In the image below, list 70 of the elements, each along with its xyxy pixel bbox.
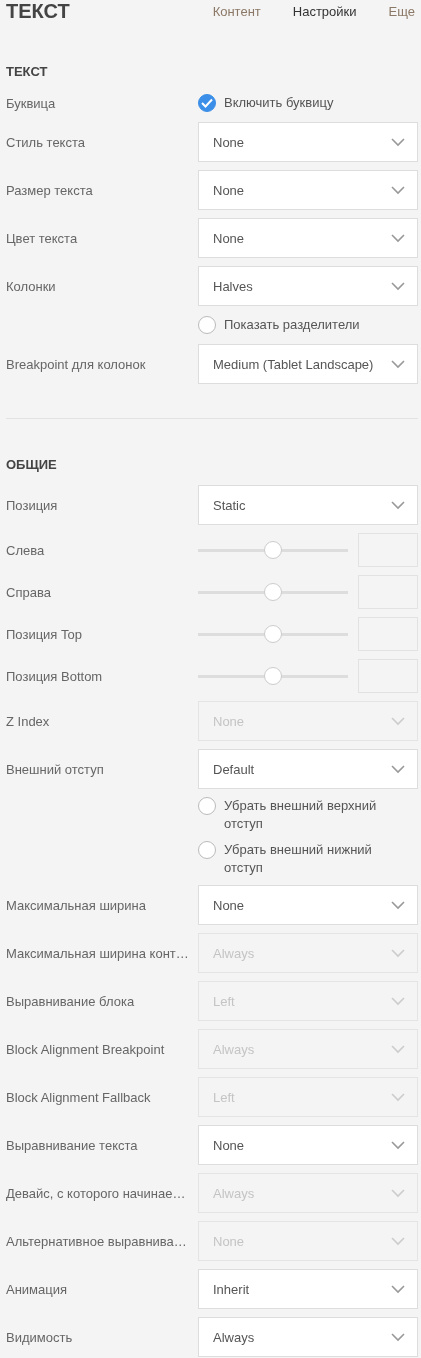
field-label: Колонки	[6, 278, 56, 294]
slider-handle[interactable]	[264, 541, 282, 559]
chevron-down-icon	[391, 764, 405, 774]
chevron-down-icon	[391, 900, 405, 910]
field-label: Справа	[6, 584, 51, 600]
chevron-down-icon	[391, 716, 405, 726]
chevron-down-icon	[391, 1140, 405, 1150]
dropdown[interactable]: None	[198, 1125, 418, 1165]
dropdown[interactable]: Default	[198, 749, 418, 789]
field-label: Внешний отступ	[6, 761, 104, 777]
chevron-down-icon	[391, 137, 405, 147]
field-label: Цвет текста	[6, 230, 78, 246]
field-label: Слева	[6, 542, 45, 558]
slider-handle[interactable]	[264, 667, 282, 685]
field-label: Стиль текста	[6, 134, 85, 150]
dropdown[interactable]: None	[198, 170, 418, 210]
dropdown[interactable]: Always	[198, 1317, 418, 1357]
dropdown[interactable]: None	[198, 122, 418, 162]
dropdown[interactable]: None	[198, 218, 418, 258]
field-label: Девайс, с которого начинае…	[6, 1185, 186, 1201]
checkbox-label: Убрать внешний нижний отступ	[224, 841, 373, 877]
field-label: Breakpoint для колонок	[6, 356, 146, 372]
slider-handle[interactable]	[264, 583, 282, 601]
tab[interactable]: Контент	[212, 3, 261, 19]
chevron-down-icon	[391, 359, 405, 369]
tab[interactable]: Настройки	[292, 3, 357, 19]
section-heading: ТЕКСТ	[6, 64, 49, 79]
tab[interactable]: Еще	[388, 3, 415, 19]
chevron-down-icon	[391, 185, 405, 195]
slider-handle[interactable]	[264, 625, 282, 643]
dropdown[interactable]: Medium (Tablet Landscape)	[198, 344, 418, 384]
panel-title: ТЕКСТ	[6, 0, 70, 23]
chevron-down-icon	[391, 948, 405, 958]
checkbox-label: Включить буквицу	[224, 94, 334, 112]
field-label: Выравнивание текста	[6, 1137, 138, 1153]
chevron-down-icon	[391, 1188, 405, 1198]
checkbox[interactable]	[198, 316, 216, 334]
chevron-down-icon	[391, 1092, 405, 1102]
field-label: Block Alignment Fallback	[6, 1089, 151, 1105]
checkbox[interactable]	[198, 841, 216, 859]
chevron-down-icon	[391, 1284, 405, 1294]
chevron-down-icon	[391, 281, 405, 291]
field-label: Позиция Top	[6, 626, 82, 642]
field-label: Позиция	[6, 497, 58, 513]
field-label: Размер текста	[6, 182, 93, 198]
chevron-down-icon	[391, 996, 405, 1006]
checkbox[interactable]	[198, 797, 216, 815]
field-label: Видимость	[6, 1329, 73, 1345]
chevron-down-icon	[391, 1044, 405, 1054]
field-label: Позиция Bottom	[6, 668, 103, 684]
field-label: Максимальная ширина	[6, 897, 146, 913]
checkbox[interactable]	[198, 94, 216, 112]
field-label: Выравнивание блока	[6, 993, 135, 1009]
dropdown[interactable]: Inherit	[198, 1269, 418, 1309]
chevron-down-icon	[391, 1332, 405, 1342]
field-label: Z Index	[6, 713, 50, 729]
dropdown[interactable]: Static	[198, 485, 418, 525]
chevron-down-icon	[391, 233, 405, 243]
section-heading: ОБЩИЕ	[6, 457, 58, 472]
chevron-down-icon	[391, 500, 405, 510]
field-label: Буквица	[6, 95, 56, 111]
field-label: Анимация	[6, 1281, 68, 1297]
chevron-down-icon	[391, 1236, 405, 1246]
checkbox-label: Убрать внешний верхний отступ	[224, 797, 378, 833]
field-label: Максимальная ширина конт…	[6, 945, 189, 961]
field-label: Альтернативное выравнива…	[6, 1233, 187, 1249]
field-label: Block Alignment Breakpoint	[6, 1041, 165, 1057]
checkbox-label: Показать разделители	[224, 316, 360, 334]
dropdown[interactable]: None	[198, 885, 418, 925]
dropdown[interactable]: Halves	[198, 266, 418, 306]
